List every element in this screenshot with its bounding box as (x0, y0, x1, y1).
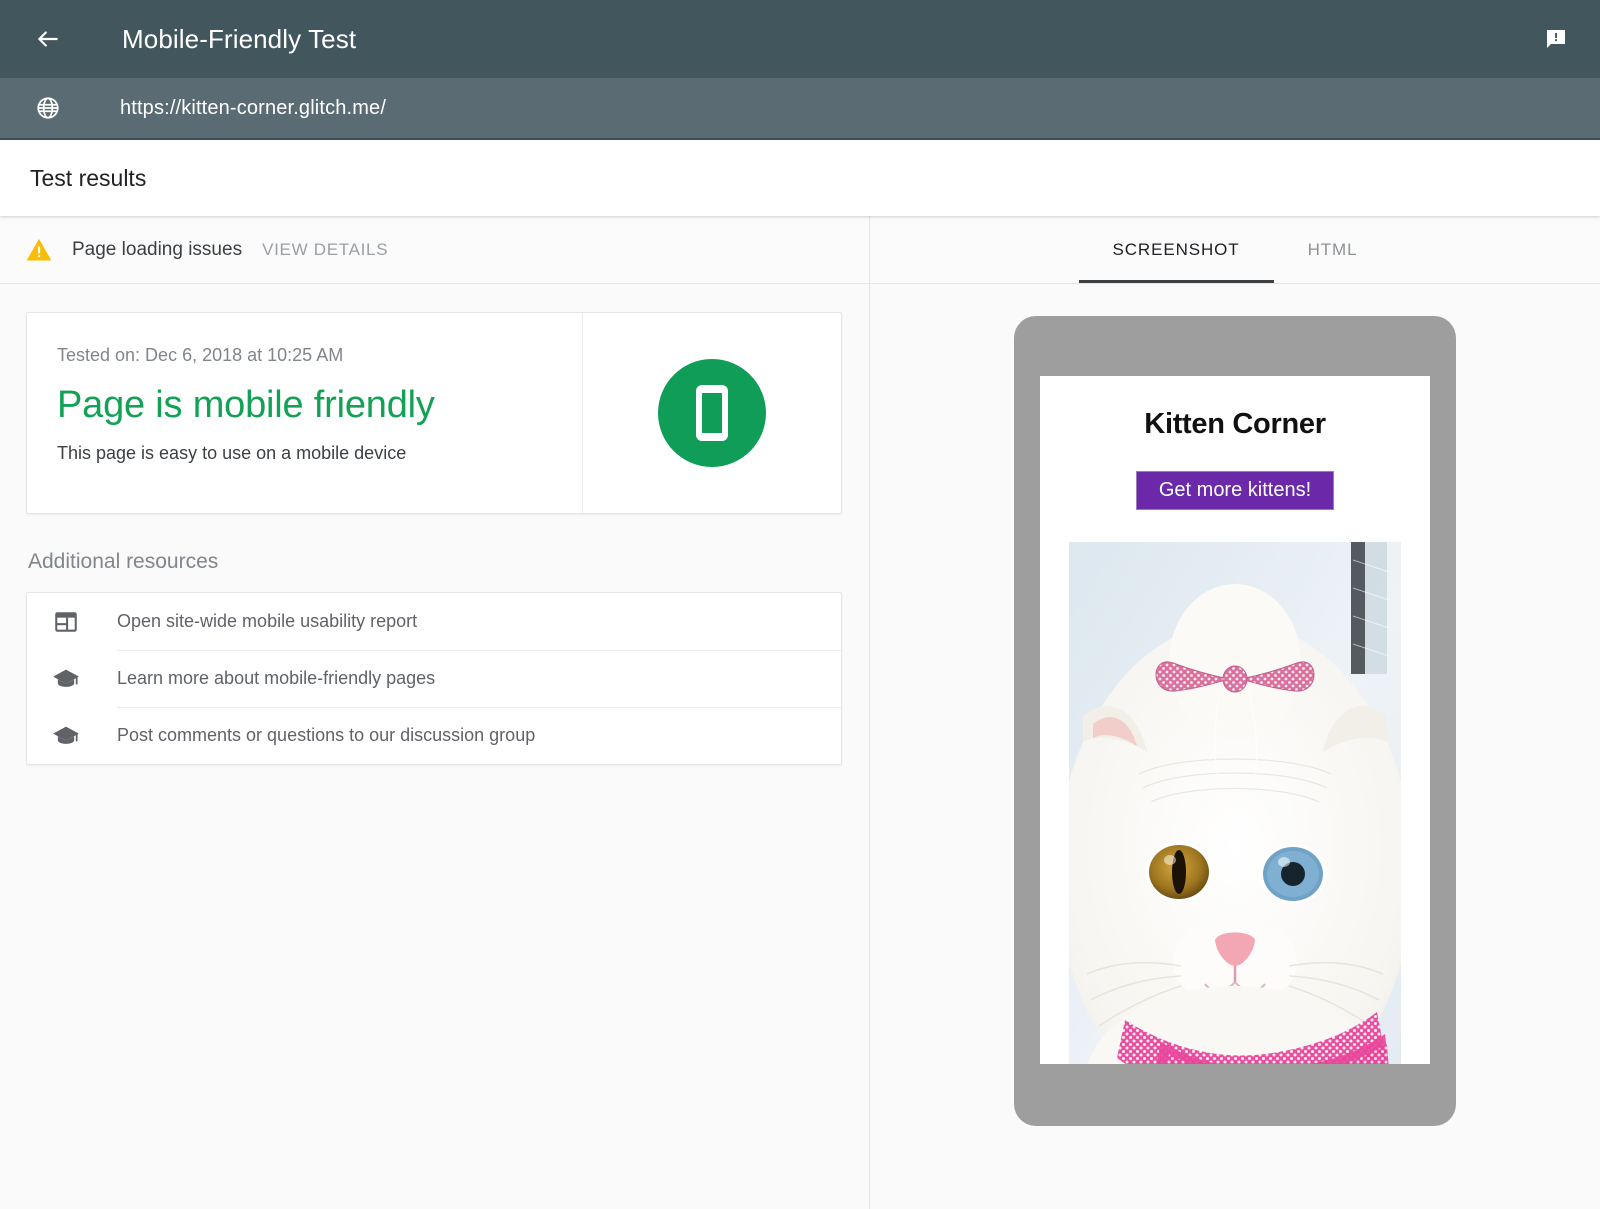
results-title: Test results (30, 165, 146, 192)
resource-label: Post comments or questions to our discus… (117, 725, 535, 746)
result-card: Tested on: Dec 6, 2018 at 10:25 AM Page … (26, 312, 842, 514)
tested-on-text: Tested on: Dec 6, 2018 at 10:25 AM (57, 345, 552, 366)
device-frame: Kitten Corner Get more kittens! (1014, 316, 1456, 1126)
resource-row-usability-report[interactable]: Open site-wide mobile usability report (27, 593, 841, 650)
get-more-kittens-button[interactable]: Get more kittens! (1136, 471, 1334, 510)
result-badge (583, 313, 841, 513)
page-title: Mobile-Friendly Test (122, 24, 356, 55)
preview-site-title: Kitten Corner (1040, 408, 1430, 441)
left-pane: Page loading issues VIEW DETAILS Tested … (0, 216, 870, 1209)
resource-label: Learn more about mobile-friendly pages (117, 668, 435, 689)
view-details-link[interactable]: VIEW DETAILS (262, 240, 388, 260)
resource-label: Open site-wide mobile usability report (117, 611, 417, 632)
arrow-back-icon (35, 26, 61, 52)
resource-row-learn-more[interactable]: Learn more about mobile-friendly pages (27, 650, 841, 707)
back-button[interactable] (26, 17, 70, 61)
tab-html[interactable]: HTML (1274, 216, 1392, 283)
verdict-subtext: This page is easy to use on a mobile dev… (57, 443, 552, 464)
tab-screenshot[interactable]: SCREENSHOT (1079, 216, 1274, 283)
tab-html-label: HTML (1308, 240, 1358, 260)
graduation-cap-icon (49, 665, 83, 693)
phone-preview-wrap: Kitten Corner Get more kittens! (870, 284, 1600, 1209)
verdict-text: Page is mobile friendly (57, 384, 552, 427)
tab-screenshot-label: SCREENSHOT (1113, 240, 1240, 260)
feedback-announcement-icon (1544, 27, 1568, 51)
results-header: Test results (0, 140, 1600, 216)
url-text: https://kitten-corner.glitch.me/ (120, 97, 386, 120)
dashboard-report-icon (49, 609, 83, 635)
resource-row-discussion-group[interactable]: Post comments or questions to our discus… (27, 707, 841, 764)
globe-icon (26, 95, 70, 121)
status-label: Page loading issues (72, 239, 242, 261)
status-strip: Page loading issues VIEW DETAILS (0, 216, 869, 284)
feedback-button[interactable] (1536, 19, 1576, 59)
graduation-cap-icon (49, 722, 83, 750)
mobile-friendly-test-app: Mobile-Friendly Test https://kitten-corn… (0, 0, 1600, 1209)
result-card-main: Tested on: Dec 6, 2018 at 10:25 AM Page … (27, 313, 583, 513)
app-bar: Mobile-Friendly Test (0, 0, 1600, 78)
right-pane: SCREENSHOT HTML Kitten Corner Get more k… (870, 216, 1600, 1209)
left-content: Tested on: Dec 6, 2018 at 10:25 AM Page … (0, 284, 869, 1209)
device-screen: Kitten Corner Get more kittens! (1040, 376, 1430, 1064)
warning-triangle-icon (24, 235, 54, 265)
additional-resources-card: Open site-wide mobile usability report L… (26, 592, 842, 765)
body-split: Page loading issues VIEW DETAILS Tested … (0, 216, 1600, 1209)
url-bar[interactable]: https://kitten-corner.glitch.me/ (0, 78, 1600, 140)
additional-resources-title: Additional resources (28, 550, 843, 574)
mobile-friendly-phone-icon (658, 359, 766, 467)
kitten-photo (1069, 542, 1401, 1064)
preview-tabs: SCREENSHOT HTML (870, 216, 1600, 284)
